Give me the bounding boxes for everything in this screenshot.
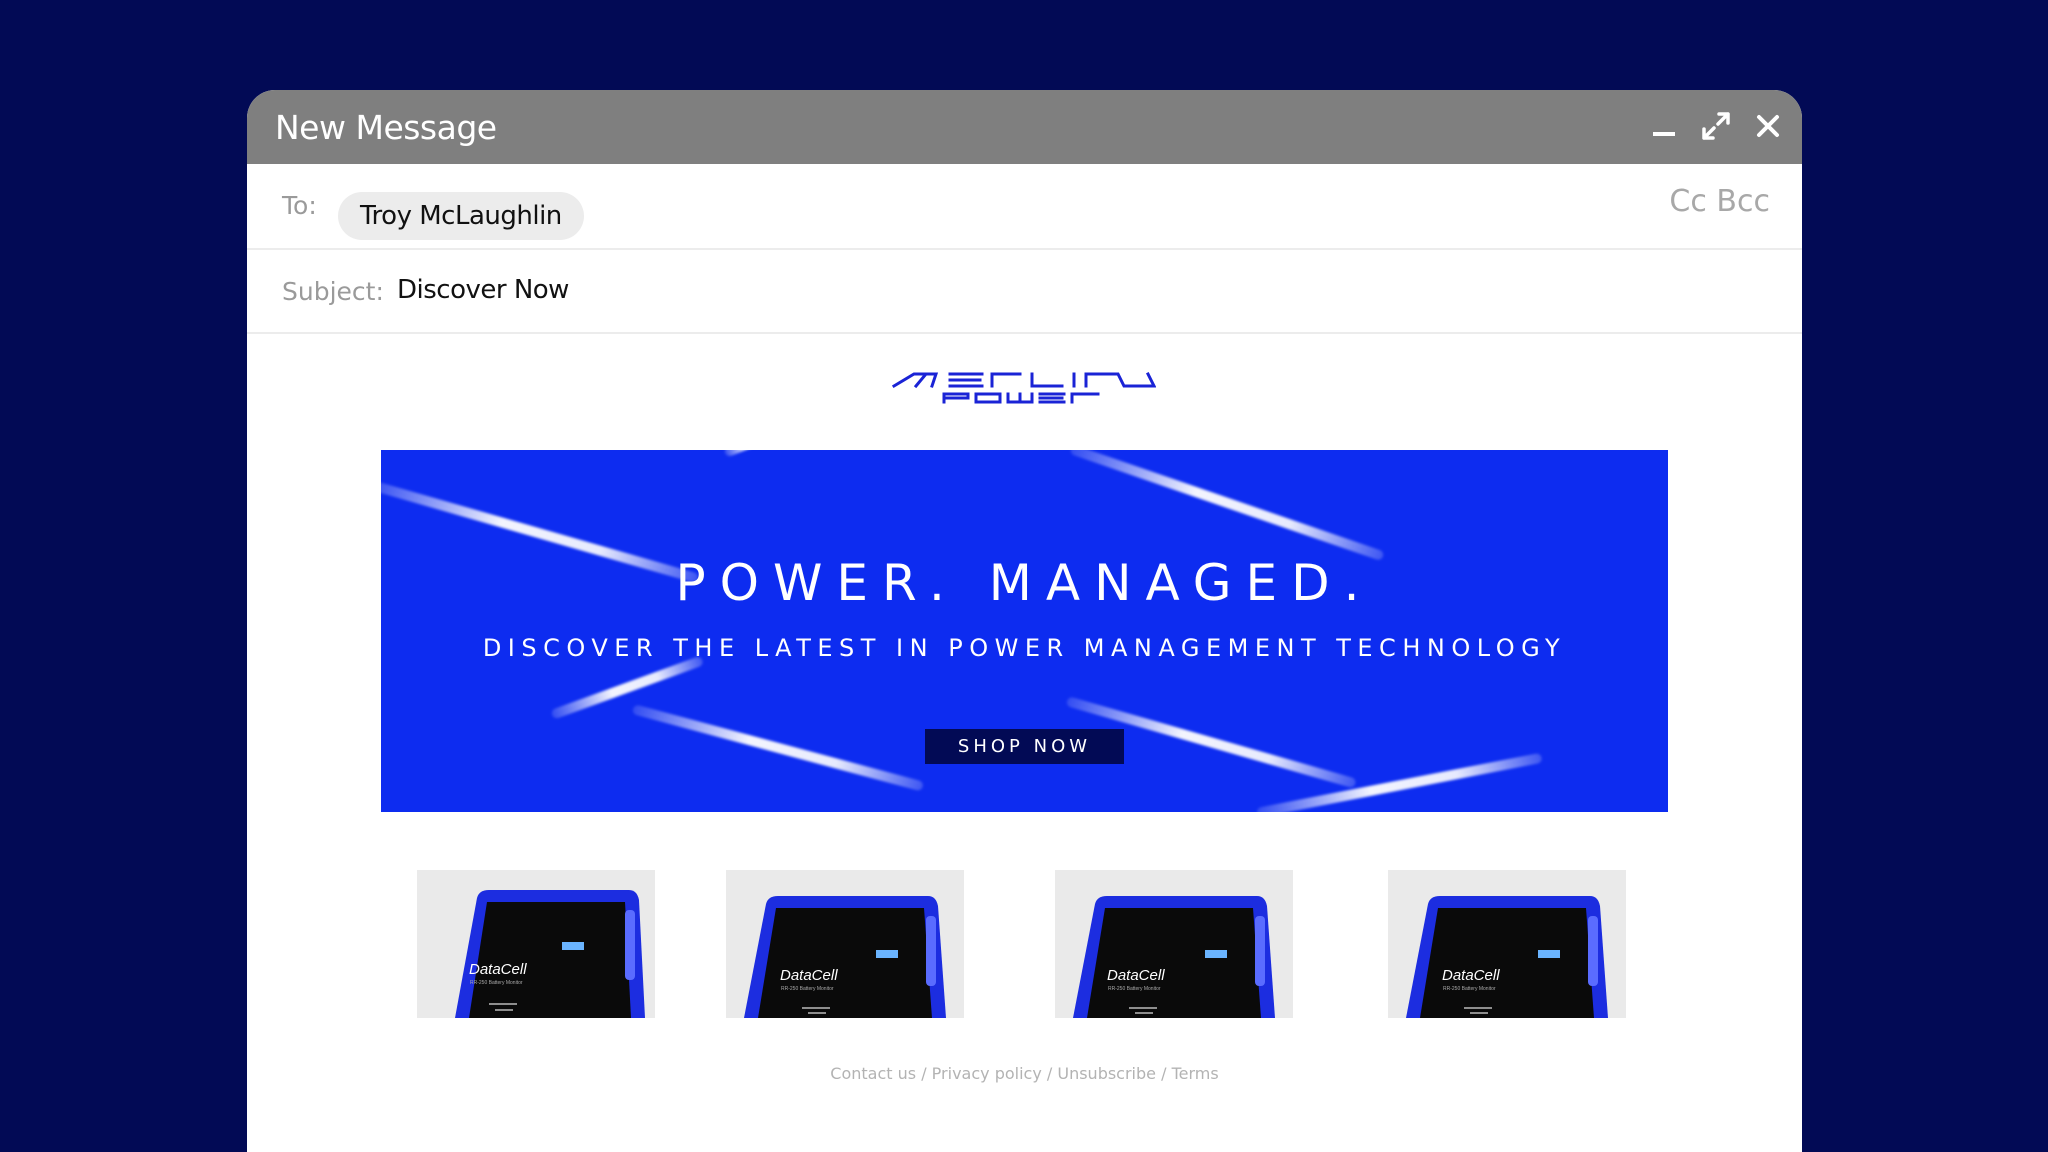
product-image: DataCell RR-250 Battery Monitor — [1406, 896, 1608, 1018]
product-name: DataCell — [1442, 967, 1500, 984]
close-button[interactable] — [1748, 106, 1788, 146]
light-streak — [723, 450, 783, 458]
product-card-1[interactable]: DataCell RR-250 Battery Monitor — [417, 870, 655, 1018]
product-tagline: RR-250 Battery Monitor — [1443, 986, 1496, 992]
product-name: DataCell — [780, 967, 838, 984]
minimize-button[interactable] — [1644, 106, 1684, 146]
product-image: DataCell RR-250 Battery Monitor — [744, 896, 946, 1018]
bcc-link[interactable]: Bcc — [1716, 184, 1770, 219]
banner-subheadline: DISCOVER THE LATEST IN POWER MANAGEMENT … — [482, 634, 1567, 662]
email-body[interactable]: POWER. MANAGED. DISCOVER THE LATEST IN P… — [247, 336, 1802, 1152]
expand-icon — [1702, 112, 1730, 140]
product-name: DataCell — [469, 961, 527, 978]
light-streak — [1069, 450, 1385, 562]
shop-now-button[interactable]: SHOP NOW — [925, 729, 1124, 764]
product-card-4[interactable]: DataCell RR-250 Battery Monitor — [1388, 870, 1626, 1018]
subject-label: Subject: — [282, 277, 384, 306]
to-row[interactable]: To: Troy McLaughlin Cc Bcc — [247, 164, 1802, 250]
light-streak — [631, 704, 925, 792]
product-image: DataCell RR-250 Battery Monitor — [1073, 896, 1275, 1018]
compose-window: New Message To: Troy McLaughlin Cc Bcc S… — [247, 90, 1802, 1152]
subject-field[interactable]: Discover Now — [397, 275, 569, 305]
recipient-chip[interactable]: Troy McLaughlin — [338, 192, 584, 240]
light-streak — [550, 655, 705, 720]
footer-separator: / — [1041, 1064, 1058, 1083]
product-card-2[interactable]: DataCell RR-250 Battery Monitor — [726, 870, 964, 1018]
to-label: To: — [282, 191, 317, 220]
product-name: DataCell — [1107, 967, 1165, 984]
merlin-power-logo — [892, 371, 1156, 404]
product-image: DataCell RR-250 Battery Monitor — [455, 890, 645, 1018]
minimize-icon — [1653, 132, 1675, 136]
unsubscribe-link[interactable]: Unsubscribe — [1057, 1064, 1156, 1083]
hero-banner[interactable]: POWER. MANAGED. DISCOVER THE LATEST IN P… — [381, 450, 1668, 812]
subject-row[interactable]: Subject: Discover Now — [247, 250, 1802, 334]
footer-links: Contact us / Privacy policy / Unsubscrib… — [247, 1064, 1802, 1083]
privacy-policy-link[interactable]: Privacy policy — [932, 1064, 1042, 1083]
contact-link[interactable]: Contact us — [830, 1064, 916, 1083]
product-tagline: RR-250 Battery Monitor — [470, 980, 523, 986]
banner-headline: POWER. MANAGED. — [675, 554, 1374, 612]
product-tagline: RR-250 Battery Monitor — [1108, 986, 1161, 992]
cc-bcc-links: Cc Bcc — [1669, 184, 1770, 219]
product-card-3[interactable]: DataCell RR-250 Battery Monitor — [1055, 870, 1293, 1018]
footer-separator: / — [1156, 1064, 1172, 1083]
product-tagline: RR-250 Battery Monitor — [781, 986, 834, 992]
close-icon — [1757, 115, 1779, 137]
terms-link[interactable]: Terms — [1172, 1064, 1219, 1083]
cc-link[interactable]: Cc — [1669, 184, 1706, 219]
expand-button[interactable] — [1696, 106, 1736, 146]
compose-title: New Message — [275, 108, 497, 147]
compose-titlebar[interactable]: New Message — [247, 90, 1802, 164]
footer-separator: / — [916, 1064, 932, 1083]
